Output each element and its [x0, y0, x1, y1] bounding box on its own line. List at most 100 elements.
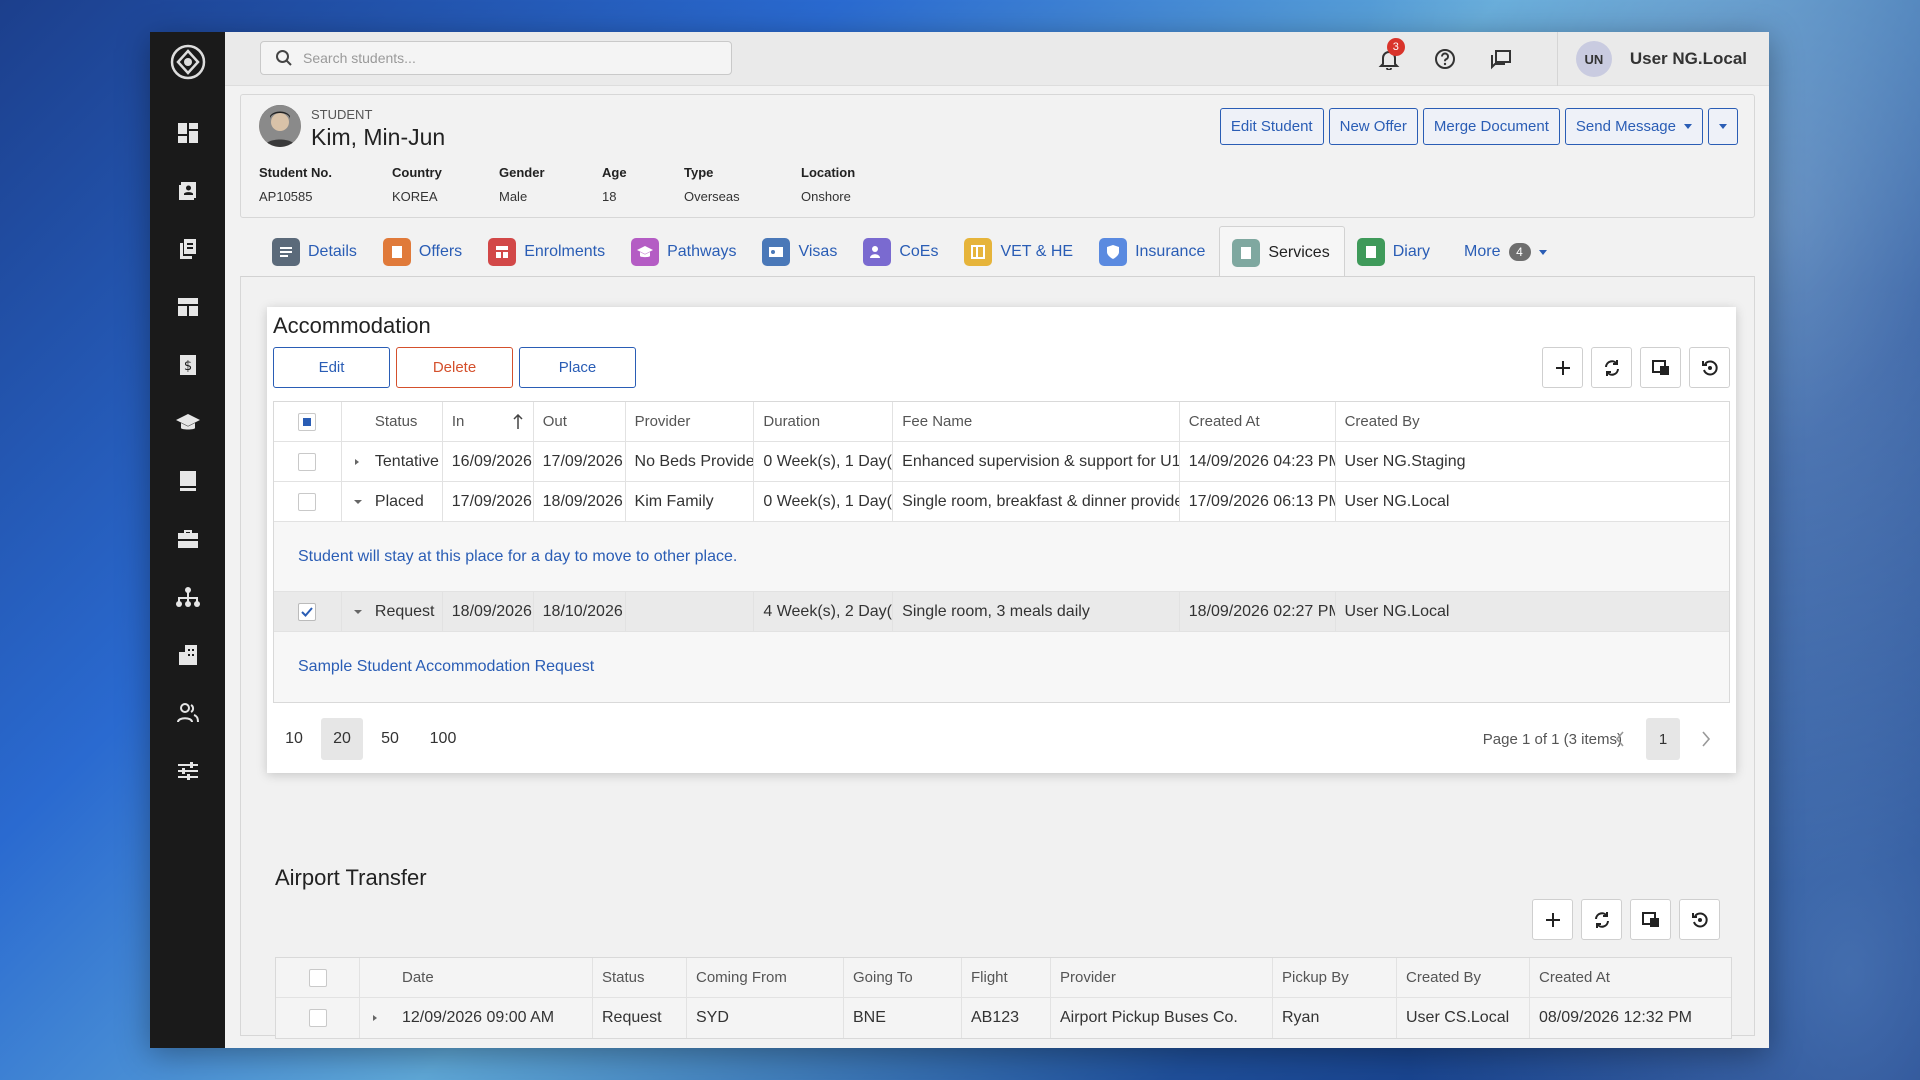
user-name: User NG.Local [1629, 49, 1747, 68]
app-logo-icon[interactable] [168, 42, 208, 82]
accommodation-grid: Status In Out Provider Duration Fee Name… [273, 401, 1730, 703]
tab-diary[interactable]: Diary [1345, 226, 1444, 278]
reset-layout-button[interactable] [1689, 347, 1730, 388]
column-chooser-button[interactable] [1630, 899, 1671, 940]
row-checkbox[interactable] [298, 492, 317, 511]
new-offer-button[interactable]: New Offer [1328, 108, 1418, 145]
sort-ascending-icon [513, 413, 523, 429]
column-header-flight[interactable]: Flight [962, 958, 1051, 997]
column-header-created-by[interactable]: Created By [1336, 402, 1729, 441]
page-size-10[interactable]: 10 [273, 718, 315, 760]
search-box[interactable] [260, 41, 732, 75]
page-size-100[interactable]: 100 [417, 718, 469, 760]
column-header-date[interactable]: Date [360, 958, 593, 997]
column-header-coming-from[interactable]: Coming From [687, 958, 844, 997]
column-header-duration[interactable]: Duration [754, 402, 894, 441]
page-size-20[interactable]: 20 [321, 718, 363, 760]
send-message-button[interactable]: Send Message [1564, 108, 1703, 145]
tab-offers[interactable]: Offers [371, 226, 476, 278]
row-checkbox[interactable] [298, 602, 317, 621]
column-header-fee-name[interactable]: Fee Name [893, 402, 1180, 441]
refresh-button[interactable] [1591, 347, 1632, 388]
delete-button[interactable]: Delete [396, 347, 513, 388]
column-header-out[interactable]: Out [534, 402, 626, 441]
row-detail-note[interactable]: Sample Student Accommodation Request [274, 632, 1729, 702]
page-size-50[interactable]: 50 [369, 718, 411, 760]
reset-layout-button[interactable] [1679, 899, 1720, 940]
current-page[interactable]: 1 [1646, 718, 1680, 760]
help-button[interactable] [1417, 32, 1473, 86]
tab-more[interactable]: More 4 [1444, 226, 1560, 278]
user-menu[interactable]: UN User NG.Local [1558, 32, 1769, 86]
tab-pathways[interactable]: Pathways [619, 226, 750, 278]
dashboard-icon[interactable] [150, 104, 225, 162]
refresh-button[interactable] [1581, 899, 1622, 940]
row-checkbox[interactable] [308, 1009, 327, 1027]
notifications-button[interactable]: 3 [1361, 32, 1417, 86]
column-header-provider[interactable]: Provider [626, 402, 755, 441]
tab-details[interactable]: Details [260, 226, 371, 278]
search-input[interactable] [303, 50, 703, 66]
briefcase-icon[interactable] [150, 510, 225, 568]
merge-document-button[interactable]: Merge Document [1422, 108, 1560, 145]
column-header-status[interactable]: Status [342, 402, 443, 441]
layout-icon[interactable] [150, 278, 225, 336]
column-header-created-by[interactable]: Created By [1397, 958, 1530, 997]
tab-enrolments[interactable]: Enrolments [476, 226, 619, 278]
student-label: STUDENT [311, 107, 373, 122]
edit-student-button[interactable]: Edit Student [1219, 108, 1324, 145]
tab-visas[interactable]: Visas [750, 226, 851, 278]
users-icon[interactable] [150, 684, 225, 742]
building-icon[interactable] [150, 626, 225, 684]
services-icon [1232, 238, 1261, 267]
refresh-icon [1604, 359, 1619, 376]
place-button[interactable]: Place [519, 347, 636, 388]
contacts-book-icon[interactable] [150, 162, 225, 220]
table-row[interactable]: Request 18/09/2026 18/10/2026 4 Week(s),… [274, 592, 1729, 632]
edit-button[interactable]: Edit [273, 347, 390, 388]
airport-transfer-grid: Date Status Coming From Going To Flight … [275, 957, 1732, 1039]
graduation-cap-icon[interactable] [150, 394, 225, 452]
row-detail-note[interactable]: Student will stay at this place for a da… [274, 522, 1729, 592]
tab-insurance[interactable]: Insurance [1087, 226, 1219, 278]
settings-sliders-icon[interactable] [150, 742, 225, 800]
tab-coes[interactable]: CoEs [851, 226, 952, 278]
add-button[interactable] [1532, 899, 1573, 940]
enrolments-icon [488, 238, 517, 266]
table-row[interactable]: 12/09/2026 09:00 AM Request SYD BNE AB12… [276, 998, 1731, 1038]
column-header-created-at[interactable]: Created At [1180, 402, 1336, 441]
collapse-arrow-icon[interactable] [352, 607, 365, 617]
select-all-checkbox[interactable] [298, 412, 317, 431]
select-all-checkbox[interactable] [308, 968, 327, 987]
invoice-dollar-icon[interactable]: $ [150, 336, 225, 394]
prev-page-button[interactable] [1606, 731, 1634, 747]
collapse-arrow-icon[interactable] [352, 497, 365, 507]
column-chooser-button[interactable] [1640, 347, 1681, 388]
table-row[interactable]: Placed 17/09/2026 18/09/2026 Kim Family … [274, 482, 1729, 522]
coes-icon [863, 238, 892, 266]
column-header-going-to[interactable]: Going To [844, 958, 962, 997]
more-actions-dropdown[interactable] [1708, 108, 1738, 145]
documents-stack-icon[interactable] [150, 220, 225, 278]
network-icon[interactable] [150, 568, 225, 626]
location-field: Location Onshore [801, 165, 856, 204]
column-header-created-at[interactable]: Created At [1530, 958, 1731, 997]
column-header-provider[interactable]: Provider [1051, 958, 1273, 997]
book-icon[interactable] [150, 452, 225, 510]
tab-vet-he[interactable]: VET & HE [952, 226, 1087, 278]
row-checkbox[interactable] [298, 452, 317, 471]
tab-services[interactable]: Services [1219, 226, 1345, 278]
country-field: Country KOREA [392, 165, 442, 204]
add-button[interactable] [1542, 347, 1583, 388]
column-header-in[interactable]: In [443, 402, 534, 441]
select-all-checkbox-cell[interactable] [274, 402, 342, 441]
student-tabs: Details Offers Enrolments Pathways Visas… [260, 224, 1561, 278]
column-header-status[interactable]: Status [593, 958, 687, 997]
table-row[interactable]: Tentative 16/09/2026 17/09/2026 No Beds … [274, 442, 1729, 482]
expand-arrow-icon[interactable] [352, 457, 365, 467]
column-header-pickup-by[interactable]: Pickup By [1273, 958, 1397, 997]
expand-arrow-icon[interactable] [370, 1013, 383, 1023]
messages-button[interactable] [1473, 32, 1529, 86]
next-page-button[interactable] [1692, 731, 1720, 747]
refresh-icon [1594, 911, 1609, 928]
